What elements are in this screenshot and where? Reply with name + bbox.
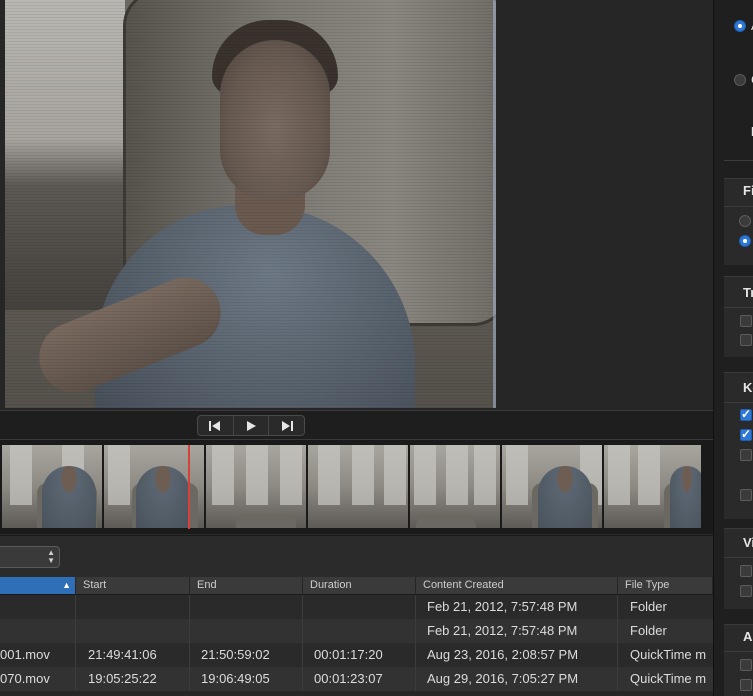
transcoding-checkbox-2[interactable] xyxy=(740,334,752,346)
cell-end: 21:50:59:02 xyxy=(190,643,303,667)
section-title-files: File xyxy=(743,183,753,198)
cell-end xyxy=(190,595,303,619)
cell-name: 001.mov xyxy=(0,643,76,667)
audio-checkbox-2[interactable] xyxy=(740,679,752,691)
column-header-file-type[interactable]: File Type xyxy=(618,577,713,594)
file-list-header: ▲ Start End Duration Content Created Fil… xyxy=(0,577,713,595)
table-row[interactable]: 001.mov 21:49:41:06 21:50:59:02 00:01:17… xyxy=(0,643,713,667)
cell-duration: 00:01:23:07 xyxy=(303,667,416,691)
filmstrip-thumbnail xyxy=(308,445,408,528)
cell-content-created: Aug 23, 2016, 2:08:57 PM xyxy=(416,643,618,667)
cell-duration xyxy=(303,619,416,643)
frame-edge xyxy=(493,0,496,408)
skip-back-icon xyxy=(209,420,221,431)
file-option-radio-2[interactable] xyxy=(739,235,751,247)
file-list: ▲ Start End Duration Content Created Fil… xyxy=(0,577,713,696)
video-scanlines xyxy=(5,0,496,408)
audio-checkbox-1[interactable] xyxy=(740,659,752,671)
video-checkbox-1[interactable] xyxy=(740,565,752,577)
cell-content-created: Aug 29, 2016, 7:05:27 PM xyxy=(416,667,618,691)
keyword-checkbox-1[interactable] xyxy=(740,407,752,421)
column-header-start[interactable]: Start xyxy=(76,577,190,594)
keyword-checkbox-3[interactable] xyxy=(740,449,752,461)
cell-content-created: Feb 21, 2012, 7:57:48 PM xyxy=(416,595,618,619)
option-a-radio[interactable] xyxy=(734,20,746,32)
keyword-checkbox-4[interactable] xyxy=(740,489,752,501)
file-option-radio-1[interactable] xyxy=(739,215,751,227)
cell-content-created: Feb 21, 2012, 7:57:48 PM xyxy=(416,619,618,643)
section-title-transcoding: Tra xyxy=(743,285,753,300)
cell-name xyxy=(0,595,76,619)
cell-duration xyxy=(303,595,416,619)
filmstrip-thumbnail xyxy=(2,445,102,528)
filmstrip-thumbnail xyxy=(604,445,701,528)
cell-start: 21:49:41:06 xyxy=(76,643,190,667)
skip-forward-icon xyxy=(281,420,293,431)
popup-arrows-icon: ▲ ▼ xyxy=(47,548,55,565)
cell-end: 19:06:49:05 xyxy=(190,667,303,691)
previous-frame-button[interactable] xyxy=(198,416,234,435)
column-header-end[interactable]: End xyxy=(190,577,303,594)
column-header-content-created[interactable]: Content Created xyxy=(416,577,618,594)
cell-file-type: QuickTime m xyxy=(630,671,707,686)
cell-file-type: Folder xyxy=(630,599,667,614)
play-icon xyxy=(247,420,256,431)
filter-bar: ▲ ▼ xyxy=(0,535,713,578)
cell-start xyxy=(76,595,190,619)
play-button[interactable] xyxy=(234,416,270,435)
playhead[interactable] xyxy=(188,445,190,529)
next-frame-button[interactable] xyxy=(269,416,304,435)
cell-end xyxy=(190,619,303,643)
cell-name: 070.mov xyxy=(0,667,76,691)
section-title-video: Vid xyxy=(743,535,753,550)
transcoding-section: Tra xyxy=(724,276,753,357)
column-header-duration[interactable]: Duration xyxy=(303,577,416,594)
cell-file-type: QuickTime m xyxy=(630,647,707,662)
table-row[interactable]: 070.mov 19:05:25:22 19:06:49:05 00:01:23… xyxy=(0,667,713,691)
cell-start: 19:05:25:22 xyxy=(76,667,190,691)
transcoding-checkbox-1[interactable] xyxy=(740,315,752,327)
cell-file-type: Folder xyxy=(630,623,667,638)
filmstrip-thumbnail xyxy=(502,445,602,528)
section-title-keywords: Key xyxy=(743,380,753,395)
keywords-section: Key xyxy=(724,372,753,519)
option-c-radio[interactable] xyxy=(734,74,746,86)
import-options-panel: A C E File Tra Key Vid Aud xyxy=(713,0,753,696)
cell-start xyxy=(76,619,190,643)
filmstrip-thumbnail xyxy=(206,445,306,528)
sort-ascending-icon: ▲ xyxy=(62,580,71,590)
table-row[interactable]: Feb 21, 2012, 7:57:48 PM Folder xyxy=(0,595,713,619)
files-section: File xyxy=(724,178,753,265)
cell-duration: 00:01:17:20 xyxy=(303,643,416,667)
audio-section: Aud xyxy=(724,624,753,696)
video-checkbox-2[interactable] xyxy=(740,585,752,597)
cell-name xyxy=(0,619,76,643)
transport-bar xyxy=(0,410,713,440)
video-section: Vid xyxy=(724,528,753,609)
filter-popup-button[interactable]: ▲ ▼ xyxy=(0,546,60,568)
divider xyxy=(724,160,753,161)
filmstrip-thumbnail xyxy=(410,445,500,528)
table-row[interactable]: Feb 21, 2012, 7:57:48 PM Folder xyxy=(0,619,713,643)
video-preview-frame xyxy=(5,0,496,408)
transport-controls xyxy=(197,415,305,436)
column-header-name[interactable]: ▲ xyxy=(0,577,76,594)
section-title-audio: Aud xyxy=(743,629,753,644)
keyword-checkbox-2[interactable] xyxy=(740,427,752,441)
video-viewer xyxy=(0,0,713,410)
filmstrip[interactable] xyxy=(0,440,713,534)
